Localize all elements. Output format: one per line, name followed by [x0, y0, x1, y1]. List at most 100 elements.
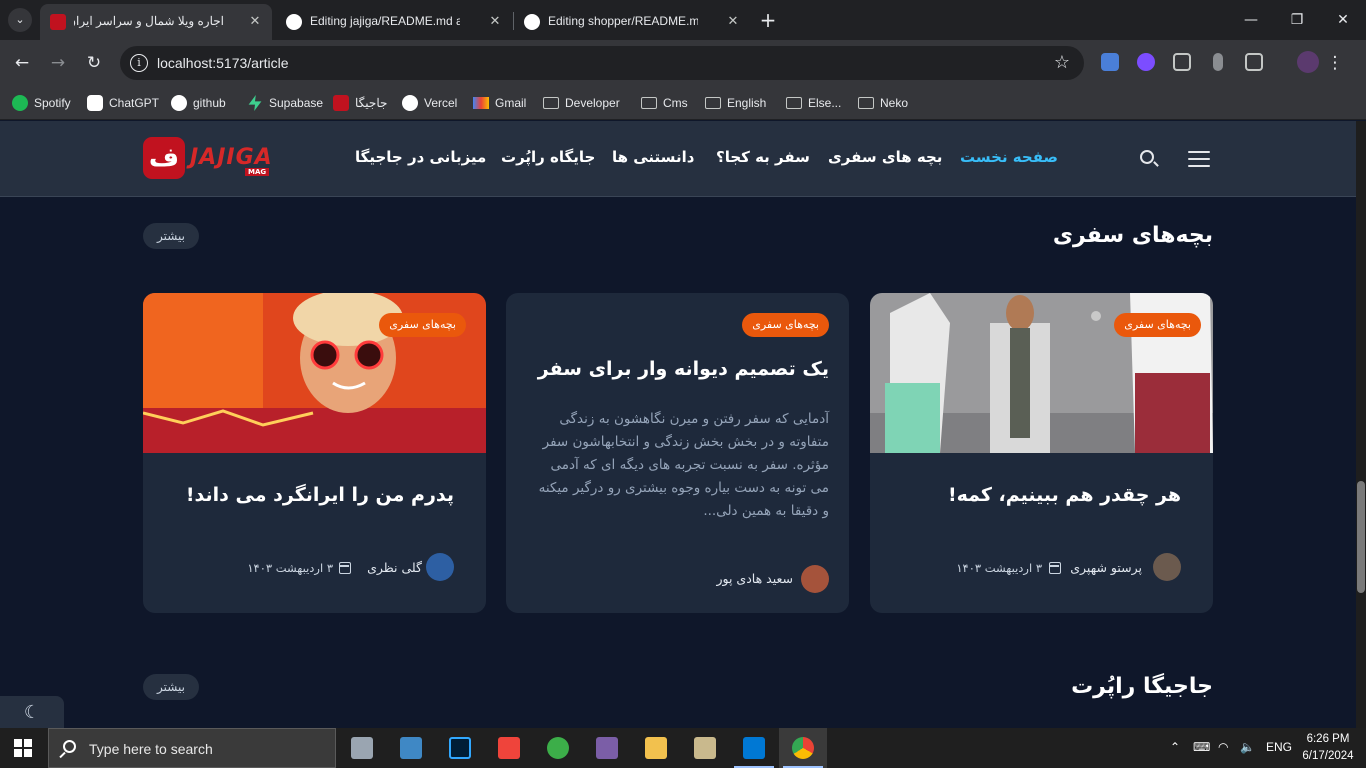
browser-toolbar: ← → ↻ i localhost:5173/article ☆ ⋮ [0, 40, 1366, 86]
anydesk-icon [498, 737, 520, 759]
github-icon [171, 95, 187, 111]
folder-icon [786, 97, 802, 109]
more-button[interactable]: بیشتر [143, 223, 199, 249]
recycle-bin-icon [351, 737, 373, 759]
hamburger-menu-icon[interactable] [1188, 151, 1210, 167]
taskbar-anydesk[interactable] [485, 728, 533, 768]
page-scrollbar[interactable] [1356, 121, 1366, 728]
nav-where-to[interactable]: سفر به کجا؟ [716, 148, 810, 166]
vscode-icon [743, 737, 765, 759]
author-avatar [1153, 553, 1181, 581]
taskbar-clock[interactable]: 6:26 PM 6/17/2024 [1300, 731, 1356, 765]
wifi-icon[interactable]: ◠ [1218, 740, 1228, 754]
taskbar-chrome[interactable] [779, 728, 827, 768]
globe-app-icon [547, 737, 569, 759]
profile-avatar[interactable] [1297, 51, 1319, 73]
github-favicon-icon [286, 14, 302, 30]
gmail-icon [473, 97, 489, 109]
nav-hosting[interactable]: میزبانی در جاجیگا [355, 148, 486, 166]
logo-text[interactable]: JAJIGA [190, 145, 273, 170]
taskbar-control-panel[interactable] [387, 728, 435, 768]
visual-studio-icon [596, 737, 618, 759]
search-icon[interactable] [1140, 150, 1154, 164]
nav-travel-kids[interactable]: بچه های سفری [828, 148, 942, 166]
category-badge[interactable]: بچه‌های سفری [742, 313, 829, 337]
folder-icon [705, 97, 721, 109]
jajiga-icon [333, 95, 349, 111]
folder-icon [858, 97, 874, 109]
reload-icon[interactable]: ↻ [82, 51, 106, 75]
url-text[interactable]: localhost:5173/article [157, 55, 289, 71]
article-card[interactable]: بچه‌های سفری هر چقدر هم ببینیم، کمه! پرس… [870, 293, 1213, 613]
jajiga-logo-icon[interactable]: ف [143, 137, 185, 179]
close-window-icon[interactable]: ✕ [1320, 0, 1366, 40]
tab-jajiga[interactable]: اجاره ویلا شمال و سراسر ایران زیبا ✕ [40, 4, 272, 40]
article-excerpt: آدمایی که سفر رفتن و میرن نگاهشون به زند… [538, 411, 829, 519]
restore-icon[interactable]: ❐ [1274, 0, 1320, 40]
chrome-icon [792, 737, 814, 759]
logo-sub: MAG [245, 168, 270, 176]
taskbar-search-box[interactable]: Type here to search [48, 728, 336, 768]
control-panel-icon [400, 737, 422, 759]
taskbar-vscode[interactable] [730, 728, 778, 768]
tab-github-shopper[interactable]: Editing shopper/README.md at ✕ [514, 4, 750, 40]
close-tab-icon[interactable]: ✕ [246, 12, 264, 30]
lock-app-icon [694, 737, 716, 759]
nav-home[interactable]: صفحه نخست [960, 148, 1058, 166]
page-extension-icon[interactable] [1173, 53, 1191, 71]
scrollbar-thumb[interactable] [1357, 481, 1365, 593]
taskbar-network-app[interactable] [534, 728, 582, 768]
bookmark-star-icon[interactable]: ☆ [1054, 52, 1070, 73]
tray-keyboard-icon[interactable]: ⌨ [1193, 740, 1210, 754]
article-title[interactable]: پدرم من را ایرانگرد می داند! [186, 484, 454, 506]
tab-search-chevron-icon[interactable]: ⌄ [8, 8, 32, 32]
taskbar-photoshop[interactable] [436, 728, 484, 768]
clock-date: 6/17/2024 [1302, 750, 1354, 762]
menu-kebab-icon[interactable]: ⋮ [1323, 51, 1347, 75]
close-tab-icon[interactable]: ✕ [486, 12, 504, 30]
folder-icon [543, 97, 559, 109]
dark-mode-moon-icon[interactable]: ☾ [0, 696, 64, 728]
translate-extension-icon[interactable] [1101, 53, 1119, 71]
article-card[interactable]: بچه‌های سفری یک تصمیم دیوانه وار برای سف… [506, 293, 849, 613]
site-info-icon[interactable]: i [130, 54, 148, 72]
mic-extension-icon[interactable] [1213, 53, 1223, 71]
tray-chevron-up-icon[interactable]: ⌃ [1170, 740, 1180, 754]
taskbar-recycle-bin[interactable] [338, 728, 386, 768]
language-indicator[interactable]: ENG [1266, 740, 1292, 754]
tab-title: اجاره ویلا شمال و سراسر ایران زیبا [74, 14, 224, 28]
publish-date: ۳ اردیبهشت ۱۴۰۳ [247, 561, 333, 575]
extensions-puzzle-icon[interactable] [1245, 53, 1263, 71]
taskbar-file-explorer[interactable] [632, 728, 680, 768]
category-badge[interactable]: بچه‌های سفری [1114, 313, 1201, 337]
article-title[interactable]: هر چقدر هم ببینیم، کمه! [948, 484, 1181, 506]
nav-knowledge[interactable]: دانستنی ها [612, 148, 694, 166]
minimize-icon[interactable]: — [1228, 0, 1274, 40]
nav-report[interactable]: جایگاه راپُرت [501, 148, 595, 166]
folder-icon [645, 737, 667, 759]
taskbar-vs[interactable] [583, 728, 631, 768]
section-title-travel-kids: بچه‌های سفری [1052, 223, 1213, 248]
search-icon [63, 740, 76, 753]
new-tab-plus-icon[interactable]: + [758, 9, 778, 31]
supabase-icon [248, 95, 262, 111]
tab-title: Editing shopper/README.md at [548, 14, 698, 28]
github-favicon-icon [524, 14, 540, 30]
author-avatar [426, 553, 454, 581]
close-tab-icon[interactable]: ✕ [724, 12, 742, 30]
article-title[interactable]: یک تصمیم دیوانه وار برای سفر [538, 358, 829, 380]
volume-muted-icon[interactable]: 🔈 [1240, 740, 1255, 754]
more-button[interactable]: بیشتر [143, 674, 199, 700]
tab-github-jajiga[interactable]: Editing jajiga/README.md at m ✕ [276, 4, 512, 40]
section-title-report: جاجیگا راپُرت [1071, 674, 1213, 699]
article-card[interactable]: بچه‌های سفری پدرم من را ایرانگرد می داند… [143, 293, 486, 613]
forward-arrow-icon[interactable]: → [46, 51, 70, 75]
back-arrow-icon[interactable]: ← [10, 51, 34, 75]
ai-extension-icon[interactable] [1137, 53, 1155, 71]
category-badge[interactable]: بچه‌های سفری [379, 313, 466, 337]
author-avatar [801, 565, 829, 593]
taskbar-secure-app[interactable] [681, 728, 729, 768]
author-name: گلی نظری [367, 560, 422, 575]
address-bar[interactable]: i localhost:5173/article ☆ [120, 46, 1084, 80]
windows-start-icon[interactable] [14, 739, 32, 757]
